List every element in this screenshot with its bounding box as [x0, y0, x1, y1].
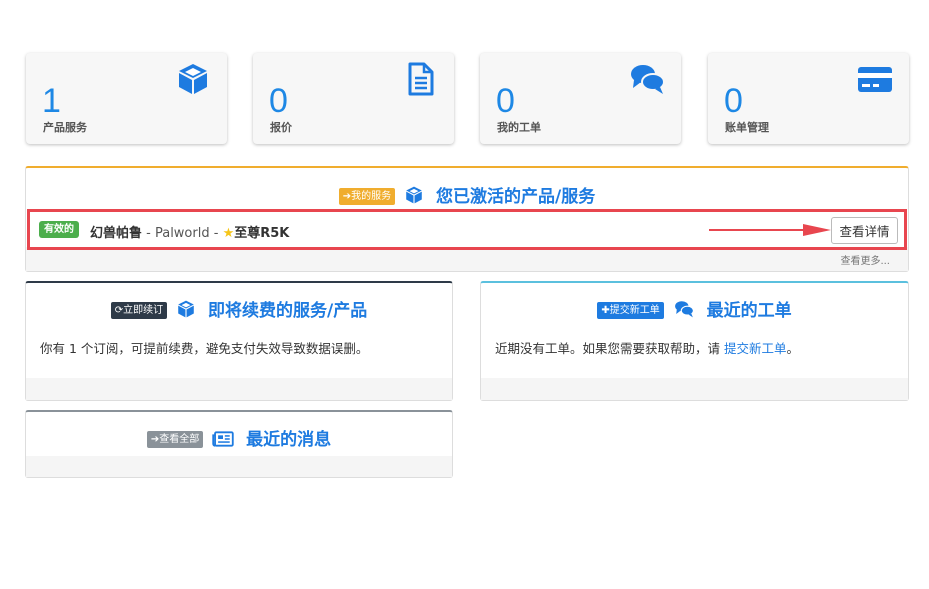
my-services-badge[interactable]: ➔我的服务 [338, 188, 396, 205]
panel-title-text: 您已激活的产品/服务 [436, 187, 596, 207]
service-name[interactable]: 幻兽帕鲁 - Palworld - ★至尊R5K [90, 222, 289, 241]
renewals-text: 你有 1 个订阅，可提前续费，避免支付失效导致数据误删。 [40, 341, 369, 356]
star-icon: ★ [222, 226, 235, 241]
panel-title-text: 最近的消息 [246, 430, 332, 450]
panel-footer [26, 378, 452, 400]
newspaper-icon [212, 431, 234, 447]
stat-value: 0 [724, 82, 743, 120]
cube-icon [406, 186, 422, 204]
view-details-button[interactable]: 查看详情 [831, 217, 898, 244]
panel-footer [26, 247, 908, 271]
comments-icon [674, 301, 694, 318]
stat-label: 我的工单 [497, 121, 541, 134]
new-ticket-badge[interactable]: ✚提交新工单 [597, 302, 664, 319]
stat-label: 报价 [270, 121, 292, 134]
panel-title-text: 即将续费的服务/产品 [208, 301, 368, 321]
stat-value: 1 [42, 82, 61, 120]
stat-label: 产品服务 [43, 121, 87, 134]
panel-title: ⟳立即续订 即将续费的服务/产品 [26, 296, 452, 321]
panel-footer [481, 378, 908, 400]
tickets-text: 近期没有工单。如果您需要获取帮助，请 提交新工单。 [495, 341, 800, 356]
panel-title: ➔我的服务 您已激活的产品/服务 [26, 182, 908, 207]
renewals-panel: ⟳立即续订 即将续费的服务/产品 你有 1 个订阅，可提前续费，避免支付失效导致… [25, 281, 453, 401]
renew-now-badge[interactable]: ⟳立即续订 [110, 302, 168, 319]
panel-title-text: 最近的工单 [706, 301, 792, 321]
stat-tile-quotes[interactable]: 0 报价 [253, 53, 454, 144]
document-icon [408, 62, 434, 96]
tickets-panel: ✚提交新工单 最近的工单 近期没有工单。如果您需要获取帮助，请 提交新工单。 [480, 281, 909, 401]
more-link[interactable]: 查看更多... [840, 252, 890, 267]
news-panel: ➔查看全部 最近的消息 [25, 410, 453, 478]
service-row[interactable]: 有效的 幻兽帕鲁 - Palworld - ★至尊R5K 查看详情 [27, 209, 907, 250]
cube-icon [179, 64, 207, 94]
panel-title: ➔查看全部 最近的消息 [26, 425, 452, 450]
new-ticket-link[interactable]: 提交新工单 [724, 341, 787, 356]
stat-value: 0 [496, 82, 515, 120]
view-all-badge[interactable]: ➔查看全部 [146, 431, 204, 448]
stat-label: 账单管理 [725, 121, 769, 134]
stat-tile-services[interactable]: 1 产品服务 [26, 53, 227, 144]
cube-icon [178, 300, 194, 318]
stat-tile-tickets[interactable]: 0 我的工单 [480, 53, 681, 144]
stat-value: 0 [269, 82, 288, 120]
comments-icon [631, 65, 665, 94]
arrow-annotation [709, 224, 831, 236]
panel-title: ✚提交新工单 最近的工单 [481, 296, 908, 321]
status-badge: 有效的 [39, 221, 79, 238]
stat-tile-billing[interactable]: 0 账单管理 [708, 53, 909, 144]
credit-card-icon [858, 67, 892, 92]
panel-footer [26, 456, 452, 477]
